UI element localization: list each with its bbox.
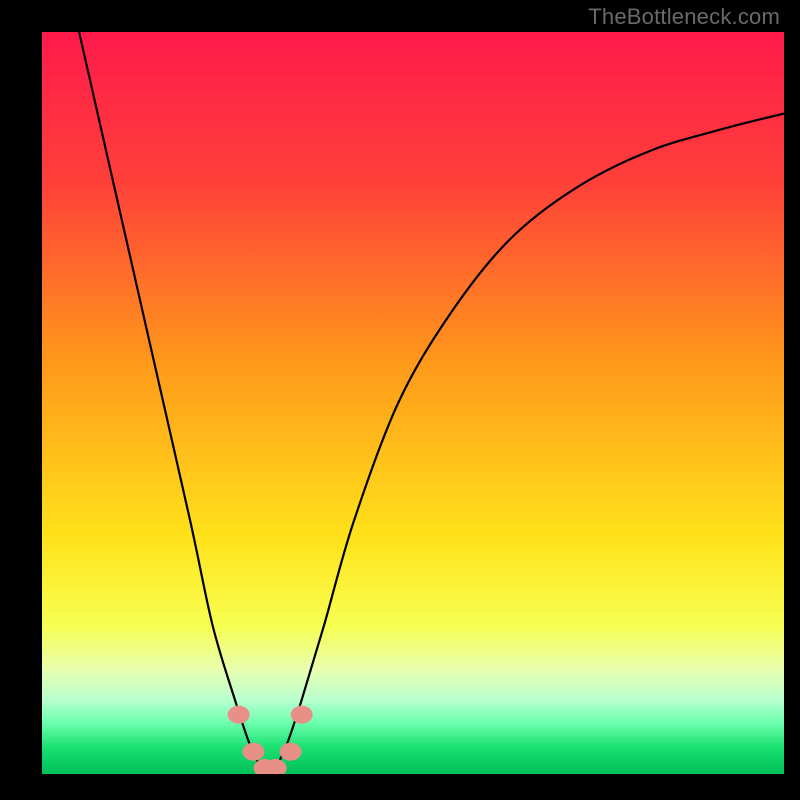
curve-layer bbox=[42, 32, 784, 774]
highlight-dot bbox=[228, 706, 250, 724]
highlight-dots-group bbox=[228, 706, 313, 774]
chart-frame: TheBottleneck.com bbox=[0, 0, 800, 800]
highlight-dot bbox=[280, 743, 302, 761]
highlight-dot bbox=[242, 743, 264, 761]
watermark-text: TheBottleneck.com bbox=[588, 4, 780, 30]
plot-area bbox=[42, 32, 784, 774]
highlight-dot bbox=[291, 706, 313, 724]
bottleneck-curve bbox=[79, 32, 784, 770]
